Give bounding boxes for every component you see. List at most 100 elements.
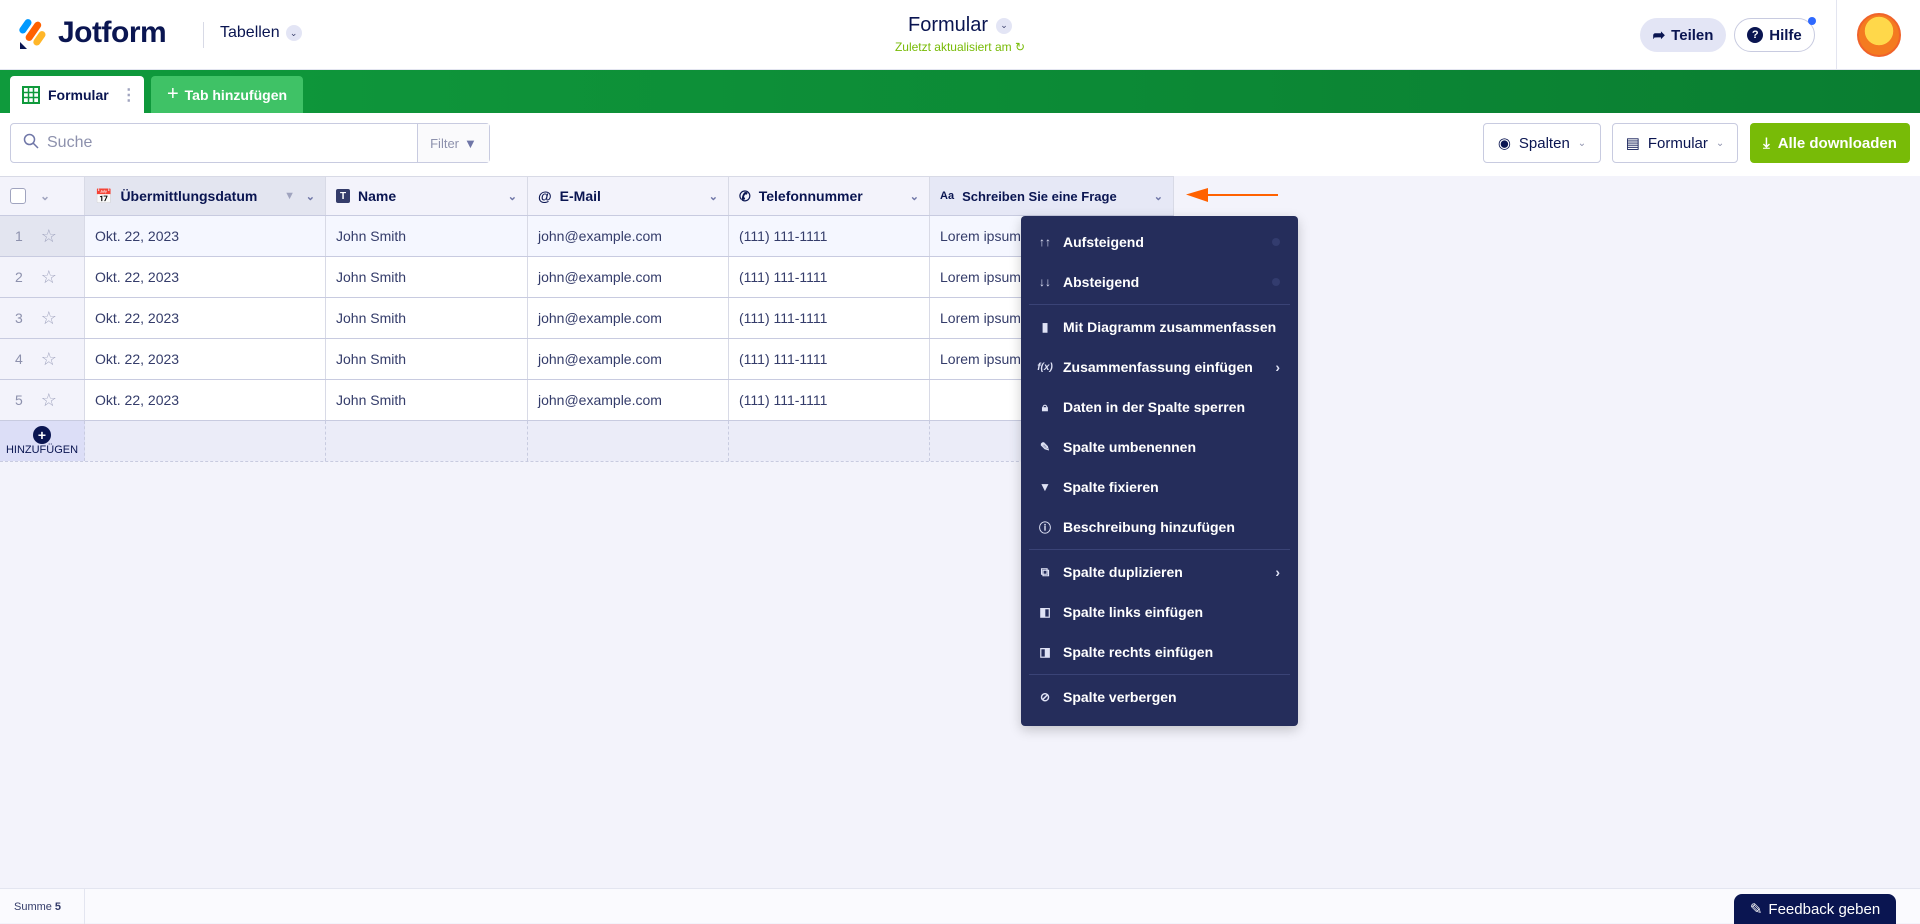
table-row[interactable]: 2 ☆ Okt. 22, 2023 John Smith john@example.co… xyxy=(0,257,1174,298)
menu-item-insert-left[interactable]: ◧ Spalte links einfügen xyxy=(1021,592,1298,632)
refresh-icon[interactable]: ↻ xyxy=(1015,40,1025,54)
form-button[interactable]: ▤ Formular ⌄ xyxy=(1612,123,1738,163)
page-title[interactable]: Formular xyxy=(908,14,988,37)
star-icon[interactable]: ☆ xyxy=(41,226,57,247)
menu-label: Spalte verbergen xyxy=(1063,689,1177,705)
menu-label: Daten in der Spalte sperren xyxy=(1063,399,1246,415)
menu-item-sort-ascending[interactable]: ↑↑ Aufsteigend xyxy=(1021,222,1298,262)
chevron-down-icon[interactable]: ⌄ xyxy=(910,190,919,203)
phone-cell[interactable]: (111) 111-1111 xyxy=(729,380,930,420)
menu-divider xyxy=(1029,304,1290,305)
row-index[interactable]: 4 ☆ xyxy=(0,339,85,379)
menu-item-summarize-chart[interactable]: ▮ Mit Diagramm zusammenfassen xyxy=(1021,307,1298,347)
radio-indicator xyxy=(1272,238,1280,246)
column-label: Telefonnummer xyxy=(758,188,863,204)
download-label: Alle downloaden xyxy=(1777,134,1897,152)
row-index[interactable]: 2 ☆ xyxy=(0,257,85,297)
add-row-button[interactable]: + HINZUFÜGEN xyxy=(0,421,85,461)
sort-descending-icon: ↓↓ xyxy=(1039,275,1051,289)
phone-cell[interactable]: (111) 111-1111 xyxy=(729,216,930,256)
date-cell[interactable]: Okt. 22, 2023 xyxy=(85,339,326,379)
column-label: Übermittlungsdatum xyxy=(120,188,258,204)
name-cell[interactable]: John Smith xyxy=(326,257,528,297)
feedback-button[interactable]: ✎ Feedback geben xyxy=(1734,894,1896,924)
column-header-phone[interactable]: ✆ Telefonnummer ⌄ xyxy=(729,177,930,215)
download-all-button[interactable]: ⤓ Alle downloaden xyxy=(1750,123,1910,163)
row-index[interactable]: 3 ☆ xyxy=(0,298,85,338)
menu-item-sort-descending[interactable]: ↓↓ Absteigend xyxy=(1021,262,1298,302)
tab-formular[interactable]: Formular ⋮ xyxy=(10,76,144,113)
email-cell[interactable]: john@example.com xyxy=(528,298,729,338)
sum-value: 5 xyxy=(54,900,62,913)
name-cell[interactable]: John Smith xyxy=(326,339,528,379)
tab-bar: Formular ⋮ + Tab hinzufügen xyxy=(0,70,1920,113)
more-options-icon[interactable]: ⋮ xyxy=(121,85,137,105)
email-cell[interactable]: john@example.com xyxy=(528,257,729,297)
share-label: Teilen xyxy=(1671,26,1714,44)
chevron-down-icon: ⌄ xyxy=(1715,137,1725,149)
menu-item-lock-column[interactable]: 🔒︎ Daten in der Spalte sperren xyxy=(1021,387,1298,427)
row-index[interactable]: 1 ☆ xyxy=(0,216,85,256)
columns-button[interactable]: ◉ Spalten ⌄ xyxy=(1483,123,1601,163)
email-cell[interactable]: john@example.com xyxy=(528,339,729,379)
table-row[interactable]: 4 ☆ Okt. 22, 2023 John Smith john@example.co… xyxy=(0,339,1174,380)
menu-item-insert-right[interactable]: ◨ Spalte rechts einfügen xyxy=(1021,632,1298,672)
table-row[interactable]: 1 ☆ Okt. 22, 2023 John Smith john@example.co… xyxy=(0,216,1174,257)
empty-cell xyxy=(528,421,729,461)
help-button[interactable]: ? Hilfe xyxy=(1734,17,1816,52)
phone-cell[interactable]: (111) 111-1111 xyxy=(729,298,930,338)
pin-icon[interactable]: ▼ xyxy=(284,190,295,202)
share-button[interactable]: ➦ Teilen xyxy=(1640,18,1726,52)
chevron-down-icon[interactable]: ⌄ xyxy=(1154,190,1163,203)
row-count: Summe 5 xyxy=(0,889,85,924)
date-cell[interactable]: Okt. 22, 2023 xyxy=(85,257,326,297)
star-icon[interactable]: ☆ xyxy=(41,267,57,288)
table-row[interactable]: 3 ☆ Okt. 22, 2023 John Smith john@example.co… xyxy=(0,298,1174,339)
column-label: E-Mail xyxy=(559,188,601,204)
column-header-name[interactable]: T Name ⌄ xyxy=(326,177,528,215)
star-icon[interactable]: ☆ xyxy=(41,349,57,370)
name-cell[interactable]: John Smith xyxy=(326,380,528,420)
menu-divider xyxy=(1029,549,1290,550)
row-index[interactable]: 5 ☆ xyxy=(0,380,85,420)
name-cell[interactable]: John Smith xyxy=(326,216,528,256)
date-cell[interactable]: Okt. 22, 2023 xyxy=(85,298,326,338)
feedback-icon: ✎ xyxy=(1749,901,1763,918)
calendar-icon: 📅 xyxy=(95,187,113,204)
date-cell[interactable]: Okt. 22, 2023 xyxy=(85,380,326,420)
row-number: 2 xyxy=(15,269,23,285)
chevron-down-icon[interactable]: ⌄ xyxy=(508,190,517,203)
phone-cell[interactable]: (111) 111-1111 xyxy=(729,257,930,297)
select-all-checkbox[interactable] xyxy=(10,188,26,204)
menu-item-hide-column[interactable]: ⊘ Spalte verbergen xyxy=(1021,677,1298,717)
search-input[interactable] xyxy=(47,134,407,152)
avatar[interactable] xyxy=(1857,13,1901,57)
menu-item-duplicate-column[interactable]: ⧉ Spalte duplizieren › xyxy=(1021,552,1298,592)
add-tab-button[interactable]: + Tab hinzufügen xyxy=(151,76,303,113)
name-cell[interactable]: John Smith xyxy=(326,298,528,338)
chevron-down-icon[interactable]: ⌄ xyxy=(306,190,315,203)
menu-item-add-description[interactable]: ⓘ Beschreibung hinzufügen xyxy=(1021,507,1298,547)
menu-item-insert-summary[interactable]: f(x) Zusammenfassung einfügen › xyxy=(1021,347,1298,387)
date-cell[interactable]: Okt. 22, 2023 xyxy=(85,216,326,256)
email-cell[interactable]: john@example.com xyxy=(528,216,729,256)
filter-button[interactable]: Filter ▼ xyxy=(417,124,489,162)
table-row[interactable]: 5 ☆ Okt. 22, 2023 John Smith john@example.co… xyxy=(0,380,1174,421)
star-icon[interactable]: ☆ xyxy=(41,308,57,329)
menu-item-pin-column[interactable]: ▼ Spalte fixieren xyxy=(1021,467,1298,507)
chevron-down-icon[interactable]: ⌄ xyxy=(40,189,50,203)
star-icon[interactable]: ☆ xyxy=(41,390,57,411)
column-label: Schreiben Sie eine Frage xyxy=(962,188,1117,204)
filter-label: Filter xyxy=(430,135,459,151)
chevron-down-icon[interactable]: ⌄ xyxy=(996,17,1012,34)
chevron-down-icon[interactable]: ⌄ xyxy=(709,190,718,203)
email-cell[interactable]: john@example.com xyxy=(528,380,729,420)
column-header-date[interactable]: 📅 Übermittlungsdatum ▼ ⌄ xyxy=(85,177,326,215)
radio-indicator xyxy=(1272,278,1280,286)
column-header-question[interactable]: Aa Schreiben Sie eine Frage ⌄ xyxy=(930,177,1174,215)
menu-label: Aufsteigend xyxy=(1063,234,1144,250)
download-icon: ⤓ xyxy=(1763,134,1770,152)
column-header-email[interactable]: @ E-Mail ⌄ xyxy=(528,177,729,215)
phone-cell[interactable]: (111) 111-1111 xyxy=(729,339,930,379)
menu-item-rename-column[interactable]: ✎ Spalte umbenennen xyxy=(1021,427,1298,467)
